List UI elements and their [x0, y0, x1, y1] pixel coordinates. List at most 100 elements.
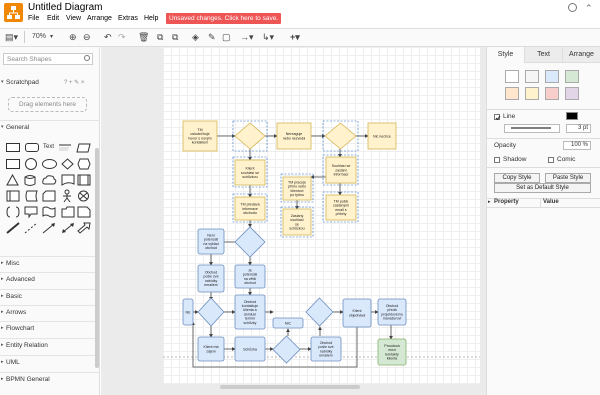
shape-folder[interactable] — [61, 206, 75, 220]
zoom-in-icon[interactable]: ⊕ — [69, 31, 77, 43]
search-icon[interactable] — [84, 55, 90, 61]
fill-swatch[interactable] — [565, 87, 579, 100]
scratchpad-actions-icons[interactable]: ? + ✎ × — [64, 79, 84, 86]
redo-icon[interactable]: ↷ — [118, 31, 126, 43]
set-default-style-button[interactable]: Set as Default Style — [494, 183, 591, 193]
fill-swatch[interactable] — [545, 70, 559, 83]
line-color-icon[interactable]: ✎ — [208, 31, 216, 43]
sidebar-section-general[interactable]: ▾ General — [0, 120, 100, 133]
shape-actor[interactable] — [61, 189, 73, 205]
fill-swatch[interactable] — [505, 70, 519, 83]
document-title[interactable]: Untitled Diagram — [28, 2, 102, 13]
menu-view[interactable]: View — [66, 15, 81, 22]
language-globe-icon[interactable] — [568, 3, 577, 12]
zoom-out-icon[interactable]: ⊖ — [83, 31, 91, 43]
collapse-chevron-icon[interactable]: ⌃ — [585, 3, 593, 14]
shape-step[interactable] — [6, 190, 20, 204]
shape-diamond[interactable] — [61, 158, 74, 172]
fill-color-icon[interactable]: ◈ — [192, 31, 199, 43]
tab-arrange[interactable]: Arrange — [562, 47, 600, 63]
sidebar-scrollbar[interactable] — [95, 148, 99, 368]
decision-node[interactable] — [197, 297, 225, 327]
to-back-icon[interactable]: ⧉ — [172, 31, 178, 43]
undo-icon[interactable]: ↶ — [104, 31, 112, 43]
shape-search-input[interactable]: Search Shapes — [3, 53, 93, 65]
to-front-icon[interactable]: ⧉ — [157, 31, 163, 43]
zoom-level[interactable]: 70% — [32, 31, 46, 43]
sidebar-section-basic[interactable]: ▸ Basic — [0, 289, 100, 302]
decision-node[interactable] — [234, 226, 266, 258]
unsaved-changes-button[interactable]: Unsaved changes. Click here to save. — [166, 13, 282, 24]
fill-swatch[interactable] — [525, 70, 539, 83]
shape-callout[interactable] — [24, 206, 38, 220]
sidebar-section-arrows[interactable]: ▸ Arrows — [0, 305, 100, 318]
shape-square[interactable] — [6, 159, 20, 169]
sidebar-section-scratchpad[interactable]: ▾ Scratchpad — [0, 76, 100, 89]
decision-node[interactable] — [272, 335, 301, 364]
shape-card[interactable] — [42, 190, 56, 204]
canvas-horizontal-scrollbar[interactable] — [220, 385, 360, 389]
menu-edit[interactable]: Edit — [47, 15, 59, 22]
shape-ellipse[interactable] — [42, 159, 57, 169]
scratchpad-dropzone[interactable]: Drag elements here — [8, 97, 87, 112]
insert-icon[interactable]: +▾ — [290, 31, 300, 43]
delete-icon[interactable]: 🗑 — [138, 31, 149, 43]
decision-node[interactable] — [234, 122, 266, 150]
connection-style-icon[interactable]: →▾ — [240, 31, 254, 43]
paste-style-button[interactable]: Paste Style — [545, 173, 591, 183]
shape-line[interactable] — [6, 222, 20, 236]
shape-circle[interactable] — [25, 158, 37, 170]
opacity-input[interactable]: 100 % — [563, 141, 591, 150]
shape-tape[interactable] — [42, 206, 56, 220]
shape-process[interactable] — [77, 174, 91, 188]
tab-text[interactable]: Text — [524, 47, 562, 63]
line-checkbox[interactable] — [494, 114, 501, 121]
shape-dashed-line[interactable] — [24, 222, 38, 236]
shape-thick-arrow[interactable] — [77, 222, 91, 236]
sidebar-section-flowchart[interactable]: ▸ Flowchart — [0, 321, 100, 334]
shape-arrow[interactable] — [42, 222, 56, 236]
properties-expand-icon[interactable]: ▸ — [488, 199, 491, 205]
shape-rectangle[interactable] — [6, 143, 20, 152]
shadow-icon[interactable]: ▢ — [222, 31, 231, 43]
shape-bidirectional-arrow[interactable] — [61, 222, 75, 236]
sidebar-section-bpmn-general[interactable]: ▸ BPMN General — [0, 372, 100, 385]
line-color-swatch[interactable] — [566, 112, 578, 120]
shape-parallelogram[interactable] — [76, 143, 91, 155]
sidebar-section-advanced[interactable]: ▸ Advanced — [0, 272, 100, 285]
shape-cylinder[interactable] — [24, 174, 36, 189]
shape-data-storage[interactable] — [24, 190, 38, 204]
sidebar-section-uml[interactable]: ▸ UML — [0, 355, 100, 368]
shape-triangle[interactable] — [6, 173, 19, 188]
decision-node[interactable] — [305, 297, 334, 327]
menu-extras[interactable]: Extras — [118, 15, 138, 22]
shape-bracket[interactable] — [6, 206, 20, 220]
zoom-dropdown-icon[interactable]: ▾ — [50, 31, 53, 43]
shape-hexagon[interactable] — [77, 158, 91, 172]
line-pattern-select[interactable] — [504, 124, 560, 133]
menu-help[interactable]: Help — [144, 15, 158, 22]
decision-node[interactable] — [324, 122, 357, 150]
waypoints-icon[interactable]: ↳▾ — [262, 31, 274, 43]
sidebar-section-entity-relation[interactable]: ▸ Entity Relation — [0, 338, 100, 351]
fill-swatch[interactable] — [525, 87, 539, 100]
tab-style[interactable]: Style — [487, 47, 524, 63]
fill-swatch[interactable] — [505, 87, 519, 100]
shape-textbox[interactable] — [58, 143, 72, 152]
shadow-checkbox[interactable] — [494, 157, 500, 163]
menu-file[interactable]: File — [28, 15, 39, 22]
format-panel-toggle-icon[interactable]: ▤▾ — [5, 31, 18, 43]
shape-document[interactable] — [61, 174, 75, 188]
shape-note[interactable] — [77, 206, 91, 220]
comic-checkbox[interactable] — [548, 157, 554, 163]
shape-text[interactable]: Text — [43, 144, 54, 150]
fill-swatch[interactable] — [565, 70, 579, 83]
sidebar-section-misc[interactable]: ▸ Misc — [0, 256, 100, 269]
shape-or[interactable] — [77, 190, 90, 204]
fill-swatch[interactable] — [545, 87, 559, 100]
shape-cloud[interactable] — [42, 174, 57, 188]
menu-arrange[interactable]: Arrange — [87, 15, 112, 22]
shape-rounded-rectangle[interactable] — [25, 143, 39, 152]
copy-style-button[interactable]: Copy Style — [494, 173, 540, 183]
line-width-input[interactable]: 3 pt — [566, 124, 591, 133]
